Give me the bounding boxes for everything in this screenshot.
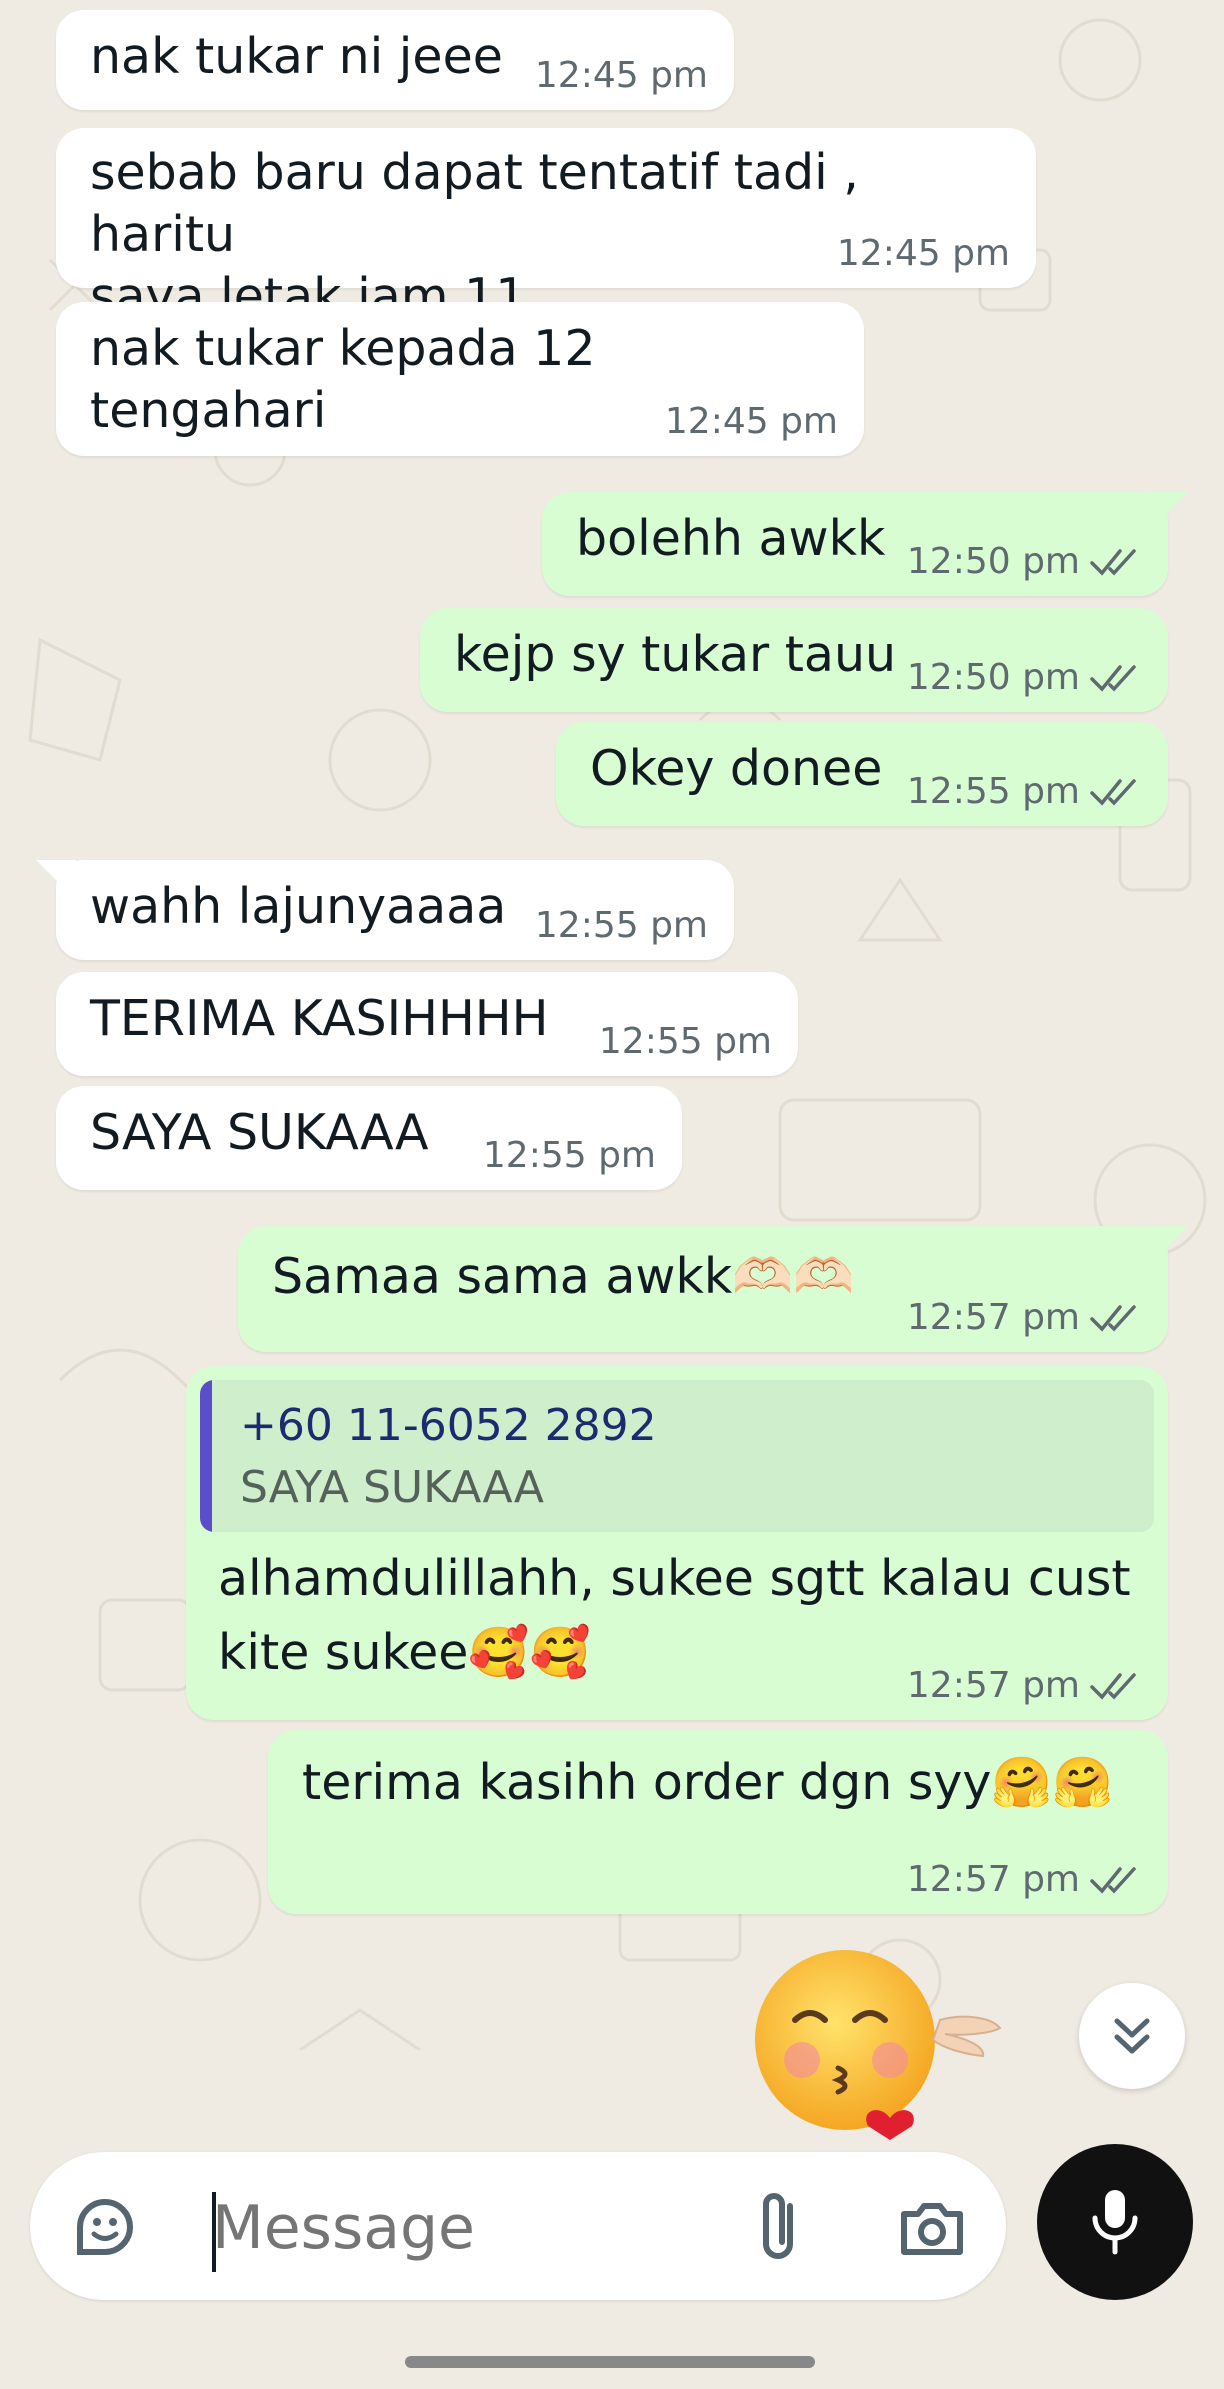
double-check-icon	[1090, 1304, 1136, 1332]
message-bubble-outgoing[interactable]: terima kasihh order dgn syy🤗🤗 12:57 pm	[268, 1730, 1168, 1914]
quote-sender: +60 11-6052 2892	[240, 1400, 657, 1451]
message-bubble-incoming[interactable]: wahh lajunyaaaa 12:55 pm	[36, 860, 734, 960]
message-composer	[30, 2152, 1006, 2300]
message-bubble-outgoing[interactable]: Samaa sama awkk🫶🏻🫶🏻 12:57 pm	[238, 1226, 1188, 1352]
message-bubble-incoming[interactable]: nak tukar ni jeee 12:45 pm	[56, 10, 734, 110]
bubble-tail	[1148, 1226, 1188, 1256]
quote-accent-bar	[200, 1380, 212, 1532]
camera-icon[interactable]	[896, 2192, 968, 2264]
message-bubble-outgoing[interactable]: Okey donee 12:55 pm	[556, 722, 1168, 826]
message-time: 12:50 pm	[907, 657, 1142, 698]
message-time: 12:50 pm	[907, 541, 1142, 582]
message-bubble-outgoing-reply[interactable]: +60 11-6052 2892 SAYA SUKAAA alhamdulill…	[186, 1366, 1168, 1720]
message-time: 12:45 pm	[534, 55, 708, 96]
message-text: Samaa sama awkk🫶🏻🫶🏻	[272, 1248, 855, 1305]
microphone-icon	[1092, 2190, 1138, 2255]
double-check-icon	[1090, 548, 1136, 576]
double-chevron-down-icon	[1114, 2018, 1150, 2054]
quoted-message[interactable]: +60 11-6052 2892 SAYA SUKAAA	[200, 1380, 1154, 1532]
double-check-icon	[1090, 1672, 1136, 1700]
message-time: 12:55 pm	[907, 771, 1142, 812]
message-time: 12:57 pm	[907, 1297, 1142, 1338]
quote-text: SAYA SUKAAA	[240, 1462, 544, 1513]
message-time: 12:55 pm	[482, 1135, 656, 1176]
double-check-icon	[1090, 778, 1136, 806]
bubble-tail	[36, 860, 76, 890]
message-input[interactable]	[210, 2182, 754, 2274]
message-bubble-incoming[interactable]: SAYA SUKAAA 12:55 pm	[56, 1086, 682, 1190]
message-time: 12:45 pm	[836, 233, 1010, 274]
message-time: 12:45 pm	[664, 401, 838, 442]
message-time: 12:55 pm	[534, 905, 708, 946]
message-bubble-incoming[interactable]: TERIMA KASIHHHH 12:55 pm	[56, 972, 798, 1076]
double-check-icon	[1090, 664, 1136, 692]
sticker-icon[interactable]	[70, 2192, 140, 2262]
message-bubble-outgoing[interactable]: bolehh awkk 12:50 pm	[542, 492, 1188, 596]
paperclip-icon[interactable]	[750, 2188, 810, 2268]
voice-message-button[interactable]	[1037, 2144, 1193, 2300]
bubble-tail	[1148, 492, 1188, 522]
message-time: 12:57 pm	[907, 1859, 1142, 1900]
message-bubble-incoming[interactable]: nak tukar kepada 12 tengahari 12:45 pm	[56, 302, 864, 456]
double-check-icon	[1090, 1866, 1136, 1894]
home-indicator[interactable]	[405, 2356, 815, 2368]
message-text: sebab baru dapat tentatif tadi , haritu …	[90, 144, 859, 325]
message-text: terima kasihh order dgn syy🤗🤗	[302, 1754, 1114, 1811]
message-bubble-outgoing[interactable]: kejp sy tukar tauu 12:50 pm	[420, 608, 1168, 712]
kissing-face-sticker[interactable]	[740, 1940, 1030, 2140]
message-time: 12:57 pm	[907, 1665, 1142, 1706]
message-time: 12:55 pm	[598, 1021, 772, 1062]
scroll-to-bottom-button[interactable]	[1079, 1983, 1185, 2089]
message-bubble-incoming[interactable]: sebab baru dapat tentatif tadi , haritu …	[56, 128, 1036, 325]
